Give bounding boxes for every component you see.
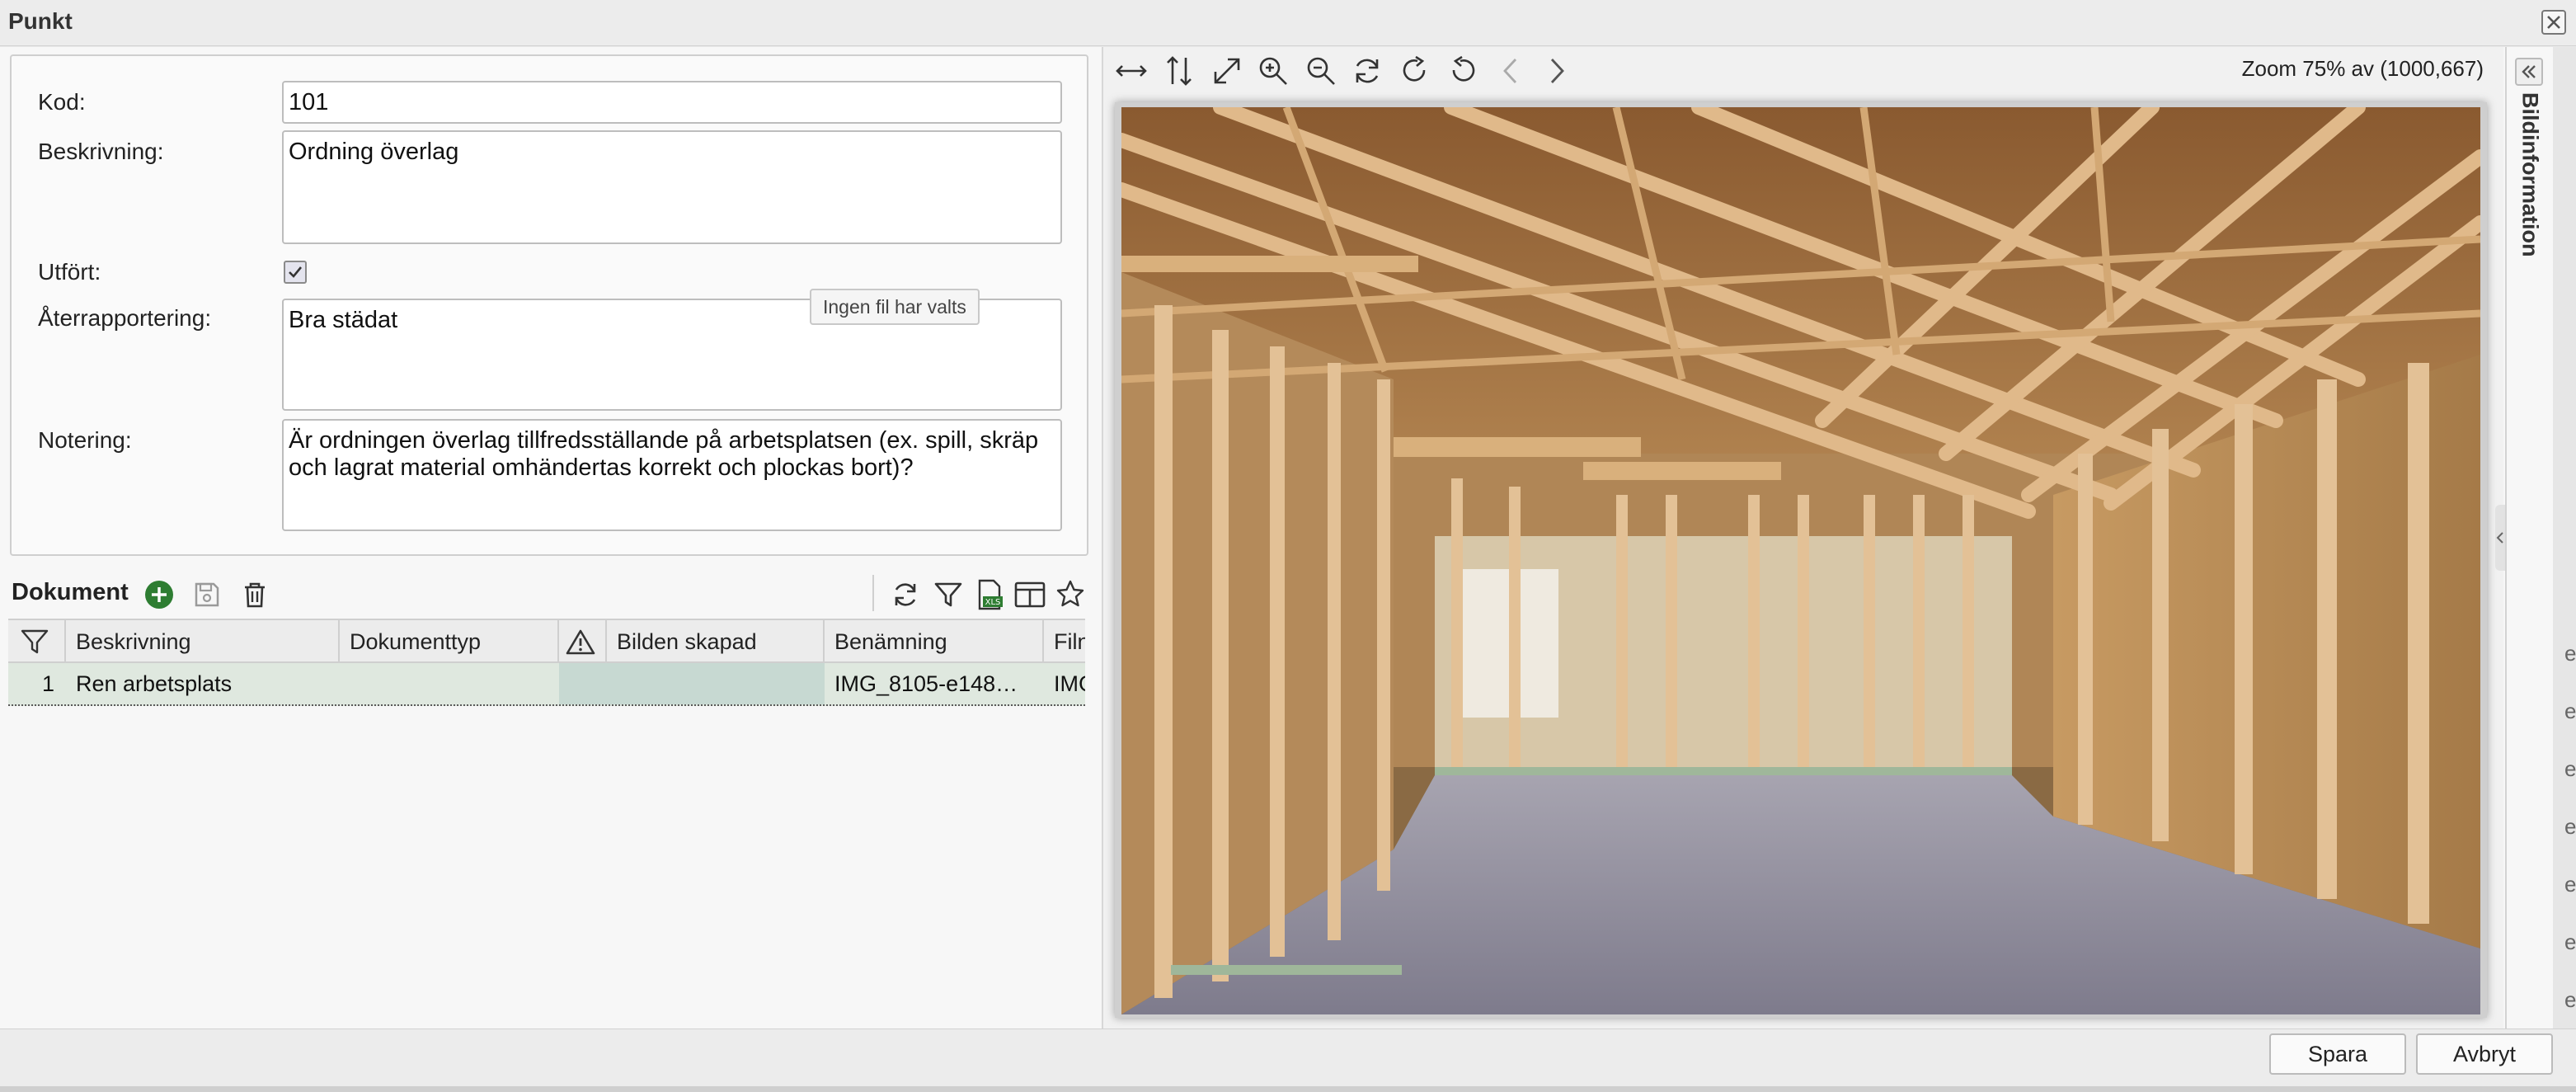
trash-icon — [245, 582, 265, 608]
warning-icon — [566, 629, 595, 655]
documents-grid: Beskrivning Dokumenttyp Bilden skapad Be… — [8, 619, 1085, 706]
double-chevron-left-icon — [2522, 65, 2536, 78]
filter-icon — [21, 629, 49, 654]
redo-button[interactable] — [1397, 53, 1433, 89]
columns-icon — [1014, 581, 1046, 608]
notering-label: Notering: — [38, 427, 132, 453]
image-info-label[interactable]: Bildinformation — [2512, 92, 2548, 274]
construction-framing-image — [1121, 107, 2480, 1014]
zoom-readout: Zoom 75% av (1000,667) — [2241, 56, 2484, 81]
add-icon — [145, 581, 173, 609]
fullscreen-button[interactable] — [1209, 53, 1245, 89]
title-bar: Punkt — [0, 0, 2576, 46]
rotate-right-icon — [1356, 59, 1379, 83]
background-text: e — [2564, 930, 2576, 954]
refresh-icon — [895, 583, 916, 606]
cell-warning[interactable] — [559, 663, 607, 704]
redo-icon — [1403, 55, 1426, 82]
filter-icon — [934, 582, 962, 607]
favorite-button[interactable] — [1054, 577, 1087, 610]
refresh-button[interactable] — [889, 579, 922, 610]
next-image-button[interactable] — [1539, 53, 1575, 89]
fit-width-button[interactable] — [1113, 53, 1149, 89]
kod-input[interactable]: 101 — [282, 81, 1062, 124]
table-row[interactable]: 1 Ren arbetsplats IMG_8105-e148… IMG — [8, 663, 1085, 706]
beskrivning-textarea[interactable]: Ordning överlag — [282, 130, 1062, 244]
fit-height-button[interactable] — [1161, 53, 1197, 89]
chevron-left-icon — [2496, 532, 2503, 544]
window-title: Punkt — [8, 8, 73, 34]
xls-export-icon: XLS — [978, 579, 1003, 610]
save-button[interactable]: Spara — [2269, 1033, 2406, 1075]
zoom-out-button[interactable] — [1303, 53, 1339, 89]
chevron-right-icon — [1550, 59, 1564, 83]
aterrapportering-label: Återrapportering: — [38, 305, 212, 331]
cell-dokumenttyp[interactable] — [340, 663, 559, 704]
add-document-button[interactable] — [143, 579, 175, 610]
grid-header: Beskrivning Dokumenttyp Bilden skapad Be… — [8, 619, 1085, 663]
previous-image-button[interactable] — [1492, 53, 1529, 89]
delete-document-button[interactable] — [239, 579, 270, 610]
fit-width-icon — [1116, 65, 1147, 77]
checkmark-icon — [289, 266, 303, 278]
column-header-benamning[interactable]: Benämning — [825, 620, 1044, 663]
utfort-checkbox[interactable] — [284, 261, 307, 284]
fullscreen-icon — [1214, 58, 1240, 84]
background-text: e — [2564, 872, 2576, 897]
fit-height-icon — [1167, 56, 1192, 86]
svg-text:XLS: XLS — [985, 598, 1001, 607]
cell-benamning[interactable]: IMG_8105-e148… — [825, 663, 1044, 704]
column-header-warning[interactable] — [559, 620, 607, 663]
background-text: e — [2564, 641, 2576, 666]
background-window-edge: e e e e e e e e — [2553, 47, 2576, 1092]
zoom-out-icon — [1307, 57, 1335, 85]
row-index: 1 — [41, 671, 54, 696]
notering-textarea[interactable]: Är ordningen överlag tillfredsställande … — [282, 419, 1062, 531]
background-text: e — [2564, 756, 2576, 781]
bottom-strip — [0, 1086, 2576, 1092]
close-button[interactable] — [2541, 10, 2566, 35]
dialog-footer — [0, 1028, 2576, 1086]
toolbar-separator — [872, 575, 874, 611]
background-text: e — [2564, 699, 2576, 723]
cancel-button[interactable]: Avbryt — [2416, 1033, 2553, 1075]
filter-button[interactable] — [932, 579, 965, 610]
columns-button[interactable] — [1013, 579, 1047, 610]
background-text: e — [2564, 987, 2576, 1012]
save-icon — [195, 582, 219, 607]
column-header-dokumenttyp[interactable]: Dokumenttyp — [340, 620, 559, 663]
save-document-button[interactable] — [191, 579, 223, 610]
grid-empty-area — [8, 708, 1085, 1026]
utfort-label: Utfört: — [38, 259, 101, 285]
expand-panel-button[interactable] — [2515, 58, 2543, 86]
grid-filter-toggle[interactable] — [8, 620, 66, 663]
undo-icon — [1452, 55, 1475, 82]
file-tooltip: Ingen fil har valts — [810, 289, 980, 325]
chevron-left-icon — [1503, 59, 1517, 83]
construction-photo[interactable] — [1121, 107, 2480, 1014]
export-xls-button[interactable]: XLS — [973, 577, 1006, 612]
undo-button[interactable] — [1445, 53, 1481, 89]
kod-label: Kod: — [38, 89, 86, 115]
column-header-beskrivning[interactable]: Beskrivning — [66, 620, 340, 663]
cell-bilden-skapad[interactable] — [607, 663, 825, 704]
panel-resize-handle[interactable] — [2495, 505, 2505, 571]
cell-beskrivning[interactable]: Ren arbetsplats — [66, 663, 340, 704]
zoom-in-icon — [1259, 57, 1287, 85]
star-icon — [1056, 580, 1084, 607]
column-header-bilden-skapad[interactable]: Bilden skapad — [607, 620, 825, 663]
close-icon — [2547, 16, 2560, 29]
rotate-button[interactable] — [1349, 53, 1385, 89]
column-header-filnamn[interactable]: Filn — [1044, 620, 1085, 663]
cell-filnamn[interactable]: IMG — [1044, 663, 1085, 704]
documents-title: Dokument — [12, 579, 129, 605]
zoom-in-button[interactable] — [1255, 53, 1291, 89]
background-text: e — [2564, 814, 2576, 839]
beskrivning-label: Beskrivning: — [38, 139, 164, 164]
